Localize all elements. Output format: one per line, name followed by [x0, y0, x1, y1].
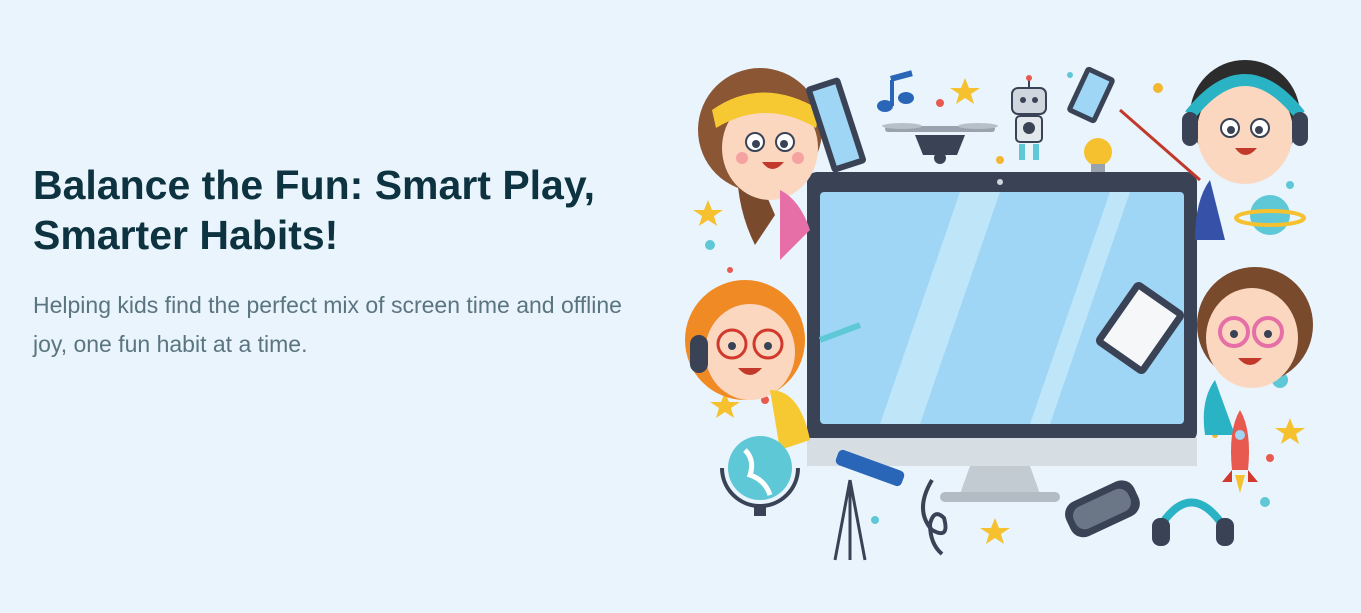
hero-section: Balance the Fun: Smart Play, Smarter Hab… — [0, 0, 1361, 613]
tablet-top-icon — [1067, 66, 1115, 124]
treble-clef-icon — [921, 478, 948, 556]
globe-icon — [720, 436, 800, 516]
kids-screen-time-illustration — [685, 60, 1313, 561]
drone-icon — [882, 123, 998, 164]
hero-title: Balance the Fun: Smart Play, Smarter Hab… — [33, 162, 596, 258]
headphones-icon — [1152, 498, 1234, 546]
music-note-icon — [877, 70, 914, 112]
planet-icon — [1234, 195, 1306, 235]
lightbulb-icon — [1084, 138, 1112, 172]
vr-headset-icon — [1065, 480, 1140, 538]
hero-text-block: Balance the Fun: Smart Play, Smarter Hab… — [33, 160, 673, 364]
robot-icon — [1011, 75, 1047, 160]
hero-subtitle: Helping kids find the perfect mix of scr… — [33, 292, 622, 357]
kid-yellow-headband — [698, 68, 822, 260]
kid-pink-glasses — [1197, 267, 1313, 435]
